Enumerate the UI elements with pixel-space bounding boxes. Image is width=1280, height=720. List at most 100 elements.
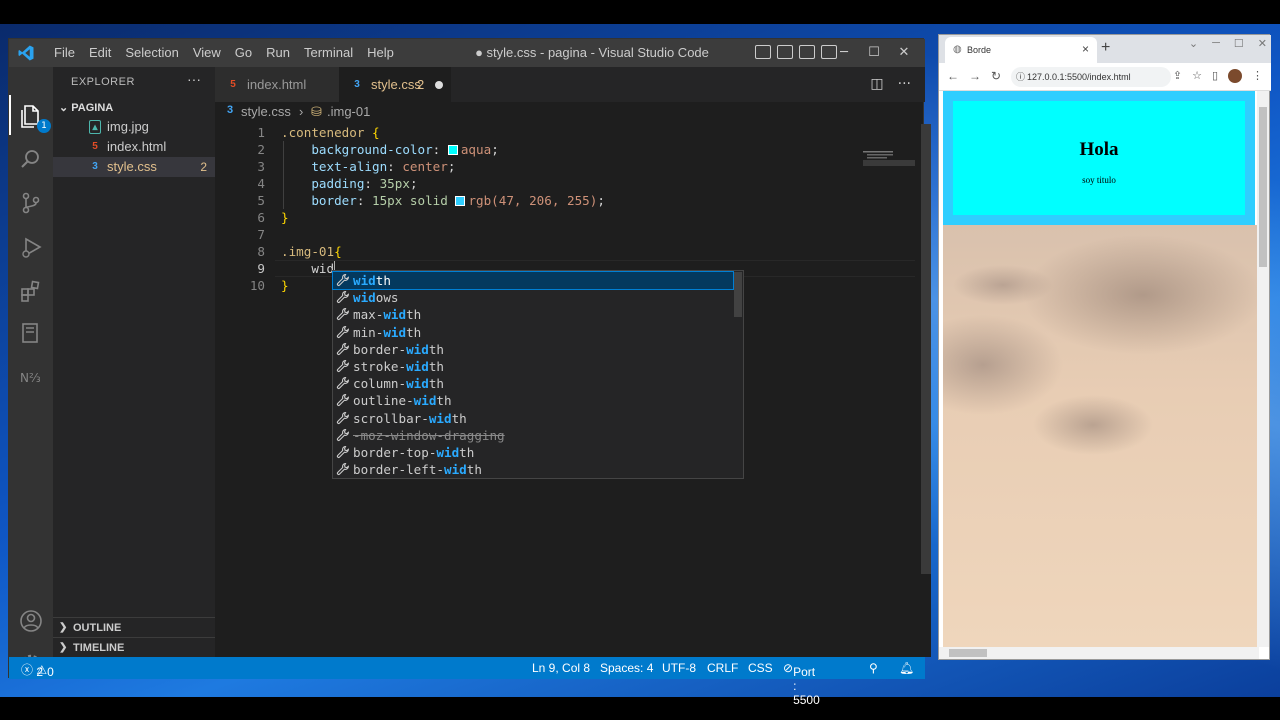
menu-edit[interactable]: Edit [82, 39, 118, 67]
explorer-icon[interactable]: 1 [17, 101, 51, 133]
share-icon[interactable]: ⇪ [1173, 69, 1182, 83]
timeline-section[interactable]: ❯ TIMELINE [53, 637, 215, 657]
menu-view[interactable]: View [186, 39, 228, 67]
title-bar: File Edit Selection View Go Run Terminal… [9, 39, 925, 67]
browser-tab[interactable]: ◍ Borde × [945, 37, 1097, 63]
suggestion-item[interactable]: border-top-width [333, 444, 733, 461]
file-item-style[interactable]: 3 style.css 2 [53, 157, 215, 177]
property-wrench-icon [336, 290, 350, 304]
explorer-more-icon[interactable]: ··· [187, 71, 201, 87]
suggestion-item[interactable]: border-left-width [333, 461, 733, 478]
minimap[interactable] [863, 149, 919, 169]
suggest-scrollbar[interactable] [734, 272, 742, 317]
forward-icon[interactable]: → [969, 69, 981, 83]
page-heading: Hola [1079, 139, 1119, 160]
tab-index-html[interactable]: 5 index.html [215, 67, 339, 102]
suggestion-item[interactable]: min-width [333, 324, 733, 341]
minimize-icon[interactable]: ─ [829, 39, 859, 67]
menu-run[interactable]: Run [259, 39, 297, 67]
suggestion-item[interactable]: outline-width [333, 392, 733, 409]
chevron-right-icon: ❯ [59, 622, 68, 633]
notebook-extension-icon[interactable]: N⅔ [17, 363, 45, 391]
line-number: 5 [257, 193, 265, 208]
run-debug-icon[interactable] [17, 233, 45, 261]
file-item-index[interactable]: 5 index.html [53, 137, 215, 157]
suggestion-label: outline-width [353, 393, 452, 409]
browser-menu-icon[interactable]: ⋮ [1252, 69, 1263, 83]
page-horizontal-scrollbar[interactable] [939, 647, 1259, 659]
source-control-icon[interactable] [17, 189, 45, 217]
menu-file[interactable]: File [47, 39, 82, 67]
breadcrumb-symbol[interactable]: .img-01 [327, 104, 370, 119]
extensions-icon[interactable] [17, 277, 45, 305]
suggestion-item[interactable]: width [332, 271, 734, 290]
scrollbar-thumb[interactable] [1259, 107, 1267, 267]
suggestion-item[interactable]: border-width [333, 341, 733, 358]
end-of-line[interactable]: CRLF [707, 661, 738, 675]
code-line: } [281, 210, 289, 225]
outline-section[interactable]: ❯ OUTLINE [53, 617, 215, 637]
line-number: 6 [257, 210, 265, 225]
suggestion-item[interactable]: widows [333, 289, 733, 306]
maximize-icon[interactable]: ☐ [1234, 37, 1244, 50]
globe-icon: ◍ [953, 44, 962, 55]
suggestion-item[interactable]: column-width [333, 375, 733, 392]
side-panel-icon[interactable]: ▯ [1212, 69, 1218, 83]
encoding[interactable]: UTF-8 [662, 661, 696, 675]
color-swatch[interactable] [447, 145, 458, 155]
workspace-folder[interactable]: ⌄ PAGINA [59, 101, 113, 114]
unsaved-dot-icon[interactable] [435, 81, 443, 89]
toggle-panel-icon[interactable] [777, 45, 793, 59]
close-icon[interactable]: ✕ [889, 39, 919, 67]
color-swatch[interactable] [455, 196, 466, 206]
code-line: .img-01{ [281, 244, 342, 259]
back-icon[interactable]: ← [947, 69, 959, 83]
tab-search-icon[interactable]: ⌄ [1189, 37, 1198, 50]
language-mode[interactable]: CSS [748, 661, 773, 675]
menu-selection[interactable]: Selection [118, 39, 185, 67]
page-vertical-scrollbar[interactable] [1257, 91, 1269, 647]
layout-controls [755, 45, 837, 59]
search-icon[interactable] [17, 145, 45, 173]
live-server-port[interactable]: ⊘ Port : 5500 [783, 661, 820, 707]
remote-explorer-icon[interactable] [17, 319, 45, 347]
file-item-img[interactable]: ▴ img.jpg [53, 117, 215, 137]
breadcrumb-file[interactable]: style.css [241, 104, 291, 119]
scrollbar-thumb[interactable] [949, 649, 987, 657]
scrollbar-thumb[interactable] [921, 124, 931, 574]
suggestion-item[interactable]: max-width [333, 306, 733, 323]
menu-go[interactable]: Go [228, 39, 259, 67]
reload-icon[interactable]: ↻ [991, 69, 1001, 83]
bookmark-star-icon[interactable]: ☆ [1192, 69, 1202, 83]
feedback-icon[interactable]: ⚲ [869, 661, 878, 675]
new-tab-icon[interactable]: + [1101, 39, 1110, 57]
toggle-secondary-sidebar-icon[interactable] [799, 45, 815, 59]
suggestion-item[interactable]: stroke-width [333, 358, 733, 375]
toggle-sidebar-icon[interactable] [755, 45, 771, 59]
split-editor-icon[interactable]: ◫ [870, 76, 883, 92]
site-info-icon[interactable]: ⓘ [1016, 67, 1025, 87]
indentation[interactable]: Spaces: 4 [600, 661, 653, 675]
code-line: .contenedor { [281, 125, 380, 140]
close-tab-icon[interactable]: × [1082, 42, 1089, 56]
code-line: text-align: center; [311, 159, 456, 174]
tab-style-css[interactable]: 3 style.css 2 [339, 67, 451, 102]
close-icon[interactable]: ✕ [1258, 37, 1267, 50]
suggestion-item[interactable]: -moz-window-dragging [333, 427, 733, 444]
notifications-bell-icon[interactable]: 🔔︎ [899, 661, 914, 675]
more-actions-icon[interactable]: ··· [898, 76, 911, 92]
browser-toolbar-icons: ⇪ ☆ ▯ ⋮ [1173, 69, 1263, 83]
menu-help[interactable]: Help [360, 39, 401, 67]
suggestion-item[interactable]: scrollbar-width [333, 410, 733, 427]
profile-avatar[interactable] [1228, 69, 1242, 83]
breadcrumb: 3 style.css › ⛁ .img-01 [215, 102, 925, 124]
address-bar[interactable]: ⓘ 127.0.0.1:5500/index.html [1011, 67, 1171, 87]
page-image [943, 225, 1259, 647]
minimize-icon[interactable]: ─ [1212, 37, 1220, 50]
cursor-position[interactable]: Ln 9, Col 8 [532, 661, 590, 675]
menu-terminal[interactable]: Terminal [297, 39, 360, 67]
problems-indicator[interactable]: ⓧ 2 ⚠ 0 [21, 661, 54, 679]
account-icon[interactable] [17, 607, 45, 635]
maximize-icon[interactable]: ☐ [859, 39, 889, 67]
editor-scrollbar[interactable] [919, 124, 931, 657]
